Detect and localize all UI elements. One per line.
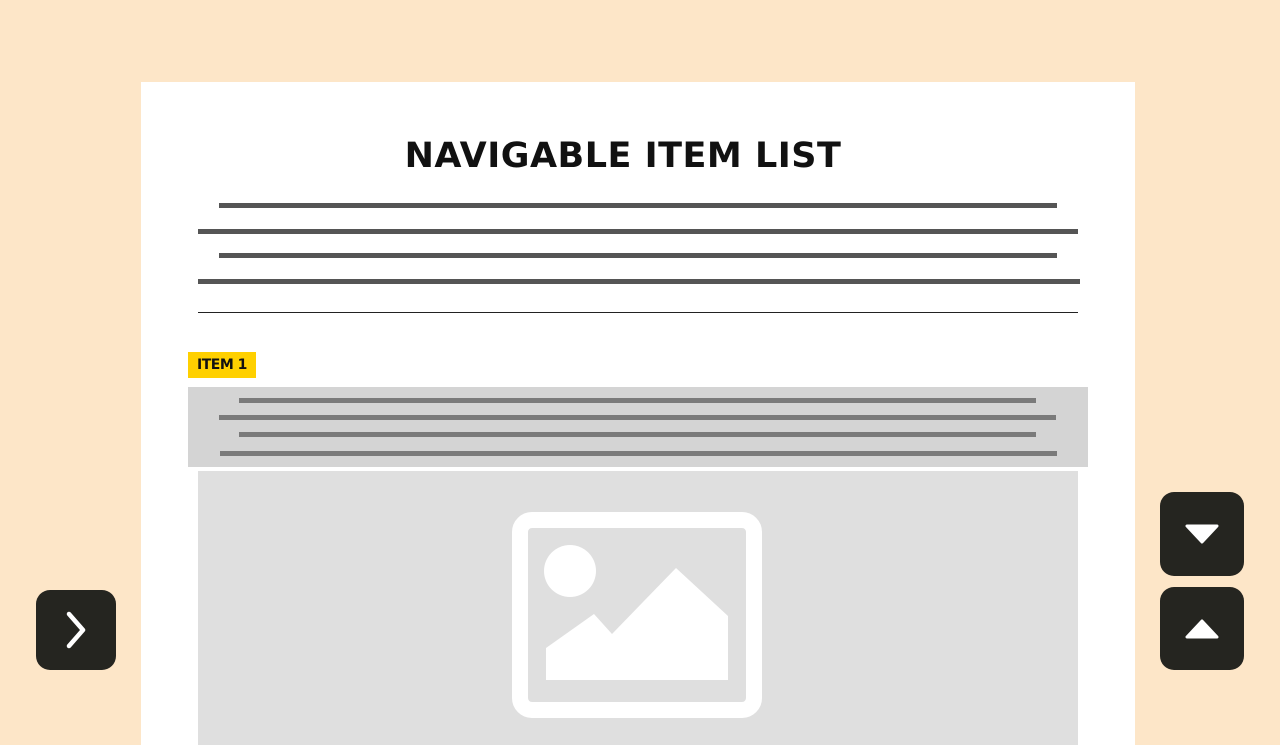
- page-title: NAVIGABLE ITEM LIST: [404, 136, 842, 176]
- text-line: [239, 432, 1036, 437]
- chevron-right-icon: [66, 611, 86, 649]
- text-line: [219, 203, 1057, 208]
- next-button[interactable]: [36, 590, 116, 670]
- text-line: [239, 398, 1036, 403]
- text-line: [220, 451, 1057, 456]
- section-divider: [198, 312, 1078, 313]
- text-line: [198, 229, 1078, 234]
- text-line: [198, 279, 1080, 284]
- caret-down-icon: [1185, 524, 1219, 544]
- caret-up-icon: [1185, 619, 1219, 638]
- scroll-up-button[interactable]: [1160, 587, 1244, 670]
- item-label-badge: ITEM 1: [188, 352, 256, 378]
- scroll-down-button[interactable]: [1160, 492, 1244, 576]
- page: NAVIGABLE ITEM LIST ITEM 1: [0, 0, 1280, 745]
- text-line: [219, 415, 1056, 420]
- text-line: [219, 253, 1057, 258]
- item-description-placeholder: [188, 387, 1088, 467]
- item-image: [198, 471, 1078, 745]
- image-placeholder-icon: [512, 512, 762, 718]
